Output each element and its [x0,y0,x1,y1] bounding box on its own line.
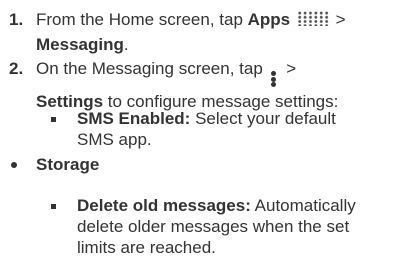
menu-dots-icon [270,71,277,87]
sms-enabled-item: SMS Enabled: Select your default SMS app… [77,108,389,150]
sms-enabled-label: SMS Enabled: [77,109,191,128]
help-page: 1. From the Home screen, tap Apps > Mess… [0,0,395,277]
square-bullet-icon [51,204,56,209]
storage-heading: Storage [36,155,100,174]
step-1-text: From the Home screen, tap Apps > Messagi… [36,9,389,55]
step-number: 1. [9,10,24,29]
delete-text-line-2: delete older messages when the set [77,217,350,236]
round-bullet-icon [11,162,17,168]
step-1-line-1: From the Home screen, tap Apps > [36,10,346,29]
step-2-line-1: On the Messaging screen, tap > [36,58,389,87]
apps-label: Apps [247,10,291,29]
square-bullet-icon [51,117,56,122]
step-2-text: On the Messaging screen, tap > Settings … [36,58,389,112]
apps-grid-icon [296,11,329,26]
delete-text-line-3: limits are reached. [77,238,216,257]
messaging-label: Messaging [36,35,124,54]
step-number: 2. [9,59,24,78]
delete-old-messages-item: Delete old messages: Automatically delet… [77,195,389,258]
delete-old-messages-label: Delete old messages: [77,196,251,215]
step-1-line-2: Messaging. [36,35,129,54]
sms-enabled-text-line-2: SMS app. [77,130,152,149]
